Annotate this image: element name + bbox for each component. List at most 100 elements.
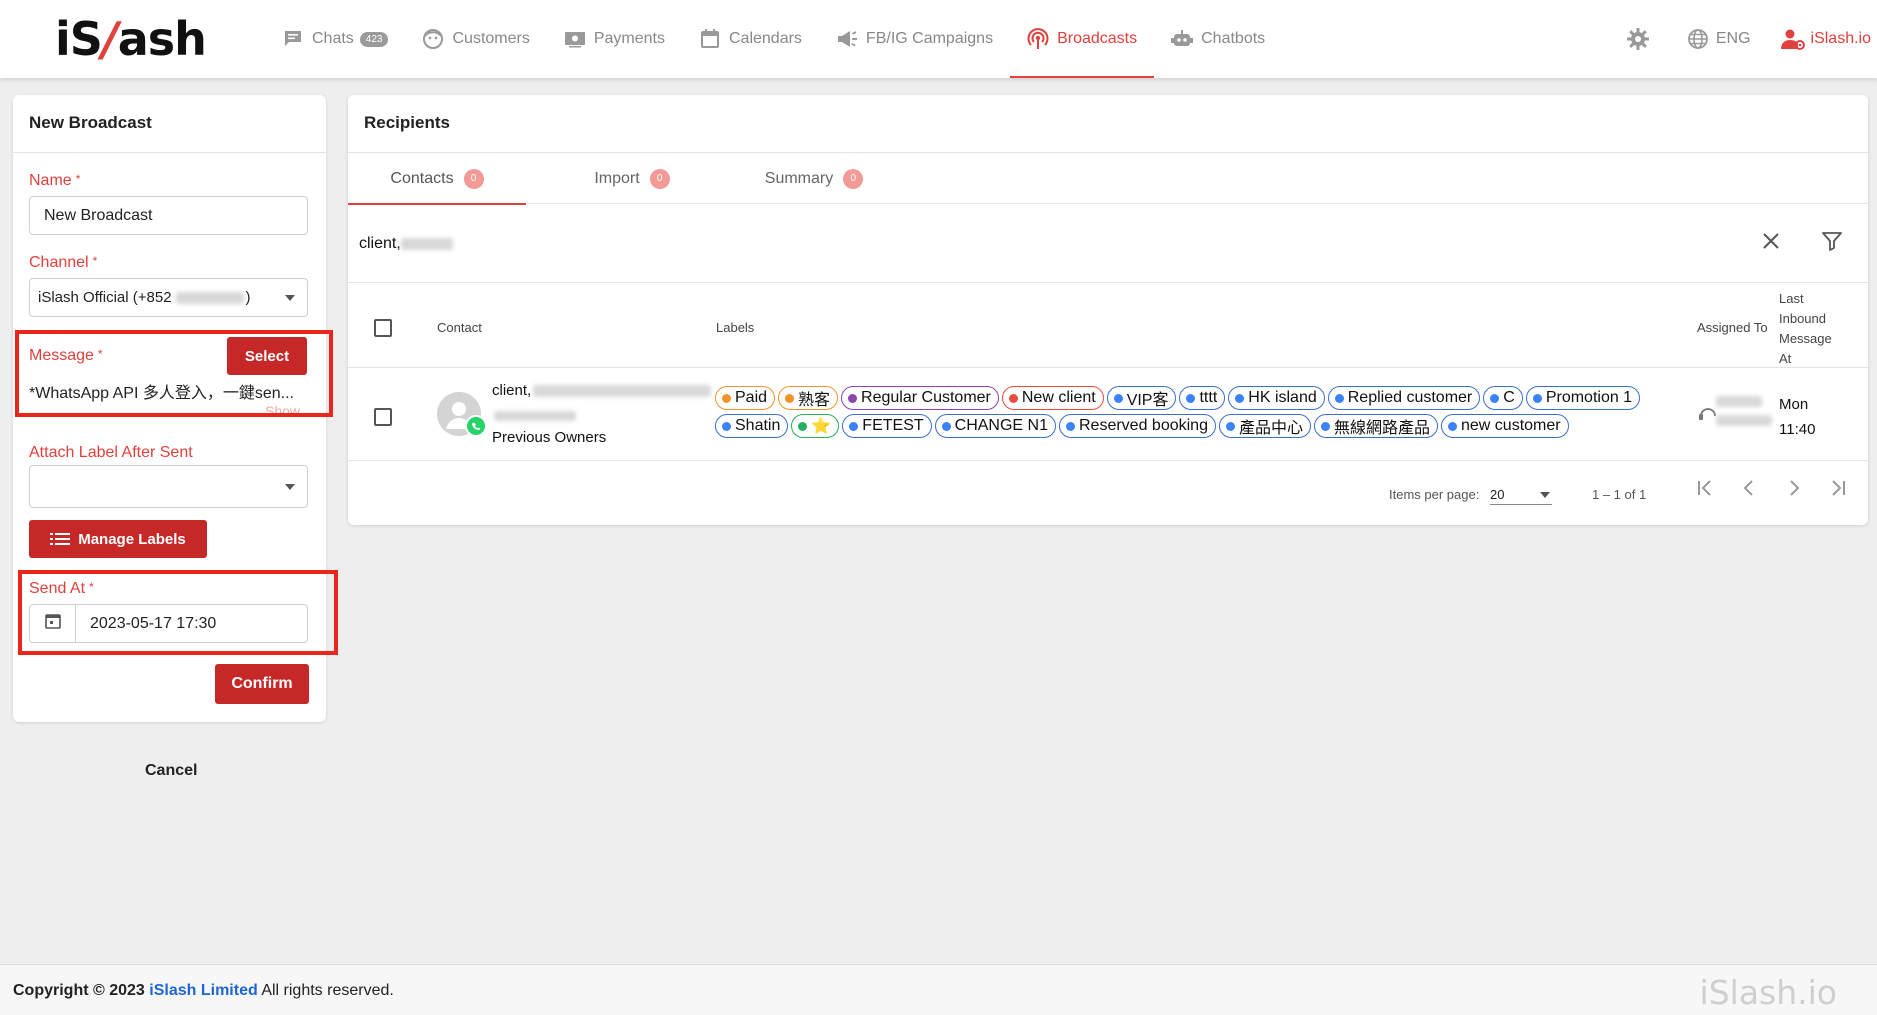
label-color-dot — [1066, 421, 1075, 431]
items-per-page-select[interactable]: 20 — [1490, 487, 1552, 505]
nav-item-broadcasts[interactable]: Broadcasts — [1010, 0, 1155, 78]
user-menu[interactable]: iSlash.io — [1780, 27, 1871, 51]
label-chip-text: New client — [1021, 389, 1096, 406]
label-chip[interactable]: 無線網路產品 — [1313, 414, 1438, 438]
label-chip[interactable]: Promotion 1 — [1525, 386, 1641, 410]
pagination-range: 1 – 1 of 1 — [1592, 487, 1647, 502]
label-color-dot — [1320, 421, 1330, 431]
label-chip-text: new customer — [1461, 417, 1561, 434]
label-color-dot — [798, 421, 808, 431]
assigned-agent-icon — [1698, 402, 1718, 427]
label-chip[interactable]: Regular Customer — [841, 386, 999, 410]
redacted-phone — [494, 410, 576, 421]
attach-label-select[interactable] — [29, 465, 308, 508]
attach-label-label: Attach Label After Sent — [29, 444, 193, 461]
chevron-right-icon — [1785, 479, 1803, 502]
next-page-button[interactable] — [1782, 478, 1806, 502]
whatsapp-icon — [465, 415, 487, 442]
islash-logo[interactable]: iS/ash — [55, 12, 207, 66]
clear-search-button[interactable] — [1758, 230, 1784, 256]
required-mark: * — [92, 254, 98, 268]
label-color-dot — [1532, 393, 1542, 403]
new-broadcast-title: New Broadcast — [29, 113, 152, 132]
channel-label: Channel * — [29, 254, 97, 272]
label-color-dot — [1186, 393, 1196, 403]
filter-button[interactable] — [1819, 230, 1845, 256]
select-all-checkbox[interactable] — [374, 319, 392, 337]
label-chip[interactable]: VIP客 — [1106, 386, 1177, 410]
import-count-badge: 0 — [649, 168, 670, 189]
language-selector[interactable]: ENG — [1686, 27, 1751, 51]
prev-page-button[interactable] — [1737, 478, 1761, 502]
tab-summary-label: Summary — [764, 169, 834, 187]
label-color-dot — [722, 421, 731, 431]
nav-item-calendars[interactable]: Calendars — [682, 0, 819, 78]
channel-select-value: iSlash Official (+852 — [38, 289, 172, 306]
nav-item-payments[interactable]: Payments — [547, 0, 682, 78]
payment-icon — [564, 28, 586, 50]
nav-fbig-campaigns-label: FB/IG Campaigns — [865, 30, 994, 47]
label-chip[interactable]: tttt — [1179, 386, 1226, 410]
cancel-button[interactable]: Cancel — [145, 762, 197, 780]
globe-icon — [1686, 27, 1710, 51]
tab-contacts[interactable]: Contacts 0 — [348, 153, 526, 205]
main-nav: Chats 423 Customers Payments Calendars F… — [265, 0, 1282, 78]
label-color-dot — [1113, 393, 1123, 403]
label-chip-text: Paid — [735, 389, 768, 406]
chevron-left-icon — [1740, 479, 1758, 502]
tab-summary[interactable]: Summary 0 — [728, 153, 900, 204]
chevron-down-icon — [285, 295, 295, 301]
contact-phone — [494, 407, 576, 425]
label-chip[interactable]: 熟客 — [778, 386, 839, 410]
label-color-dot — [848, 393, 858, 403]
label-color-dot — [941, 421, 951, 431]
channel-select[interactable]: iSlash Official (+852 ) — [29, 278, 308, 317]
label-chip[interactable]: new customer — [1441, 414, 1569, 438]
confirm-button[interactable]: Confirm — [215, 664, 309, 704]
recipients-card: Recipients Contacts 0 Import 0 Summary 0 cl… — [348, 95, 1868, 525]
label-chip[interactable]: 產品中心 — [1218, 414, 1311, 438]
channel-label-text: Channel — [29, 254, 89, 271]
search-input[interactable]: client, — [359, 235, 453, 253]
items-per-page-label: Items per page: — [1389, 487, 1480, 502]
label-chip[interactable]: HK island — [1228, 386, 1325, 410]
first-page-button[interactable] — [1693, 478, 1717, 502]
first-page-icon — [1696, 479, 1714, 502]
name-input[interactable]: New Broadcast — [29, 196, 308, 235]
channel-select-suffix: ) — [245, 289, 251, 306]
label-chip[interactable]: CHANGE N1 — [934, 414, 1056, 438]
company-link[interactable]: iSlash Limited — [149, 982, 257, 999]
label-chip[interactable]: ⭐ — [791, 414, 840, 438]
nav-item-chats[interactable]: Chats 423 — [265, 0, 405, 78]
manage-labels-button[interactable]: Manage Labels — [29, 520, 207, 558]
label-chip[interactable]: Replied customer — [1327, 386, 1481, 410]
nav-item-fbig-campaigns[interactable]: FB/IG Campaigns — [819, 0, 1010, 78]
manage-labels-label: Manage Labels — [78, 530, 186, 548]
label-chip[interactable]: C — [1483, 386, 1523, 410]
list-icon — [50, 532, 71, 546]
label-chip[interactable]: Paid — [715, 386, 776, 410]
contact-name[interactable]: client, — [492, 382, 712, 399]
chevron-down-icon — [285, 484, 295, 490]
nav-item-customers[interactable]: Customers — [405, 0, 546, 78]
label-chip[interactable]: New client — [1001, 386, 1104, 410]
tab-import[interactable]: Import 0 — [553, 153, 711, 204]
last-page-button[interactable] — [1826, 478, 1850, 502]
label-chip-text: ⭐ — [811, 418, 832, 435]
last-inbound-time: Mon 11:40 — [1779, 392, 1815, 442]
label-chip[interactable]: Shatin — [715, 414, 789, 438]
row-checkbox[interactable] — [374, 408, 392, 426]
label-chip-text: VIP客 — [1126, 392, 1169, 409]
gear-icon — [1626, 27, 1650, 51]
nav-item-chatbots[interactable]: Chatbots — [1154, 0, 1282, 78]
label-chip[interactable]: Reserved booking — [1059, 414, 1216, 438]
label-chip[interactable]: FETEST — [842, 414, 932, 438]
redacted-contact-name — [533, 385, 712, 398]
settings-button[interactable] — [1626, 27, 1656, 51]
items-per-page-value: 20 — [1490, 487, 1505, 502]
name-label: Name * — [29, 172, 80, 190]
top-navbar: iS/ash Chats 423 Customers Payments Cale… — [0, 0, 1877, 78]
copyright-label: Copyright © 2023 — [13, 982, 145, 999]
label-chip-text: CHANGE N1 — [954, 417, 1048, 434]
nav-payments-label: Payments — [593, 30, 665, 47]
